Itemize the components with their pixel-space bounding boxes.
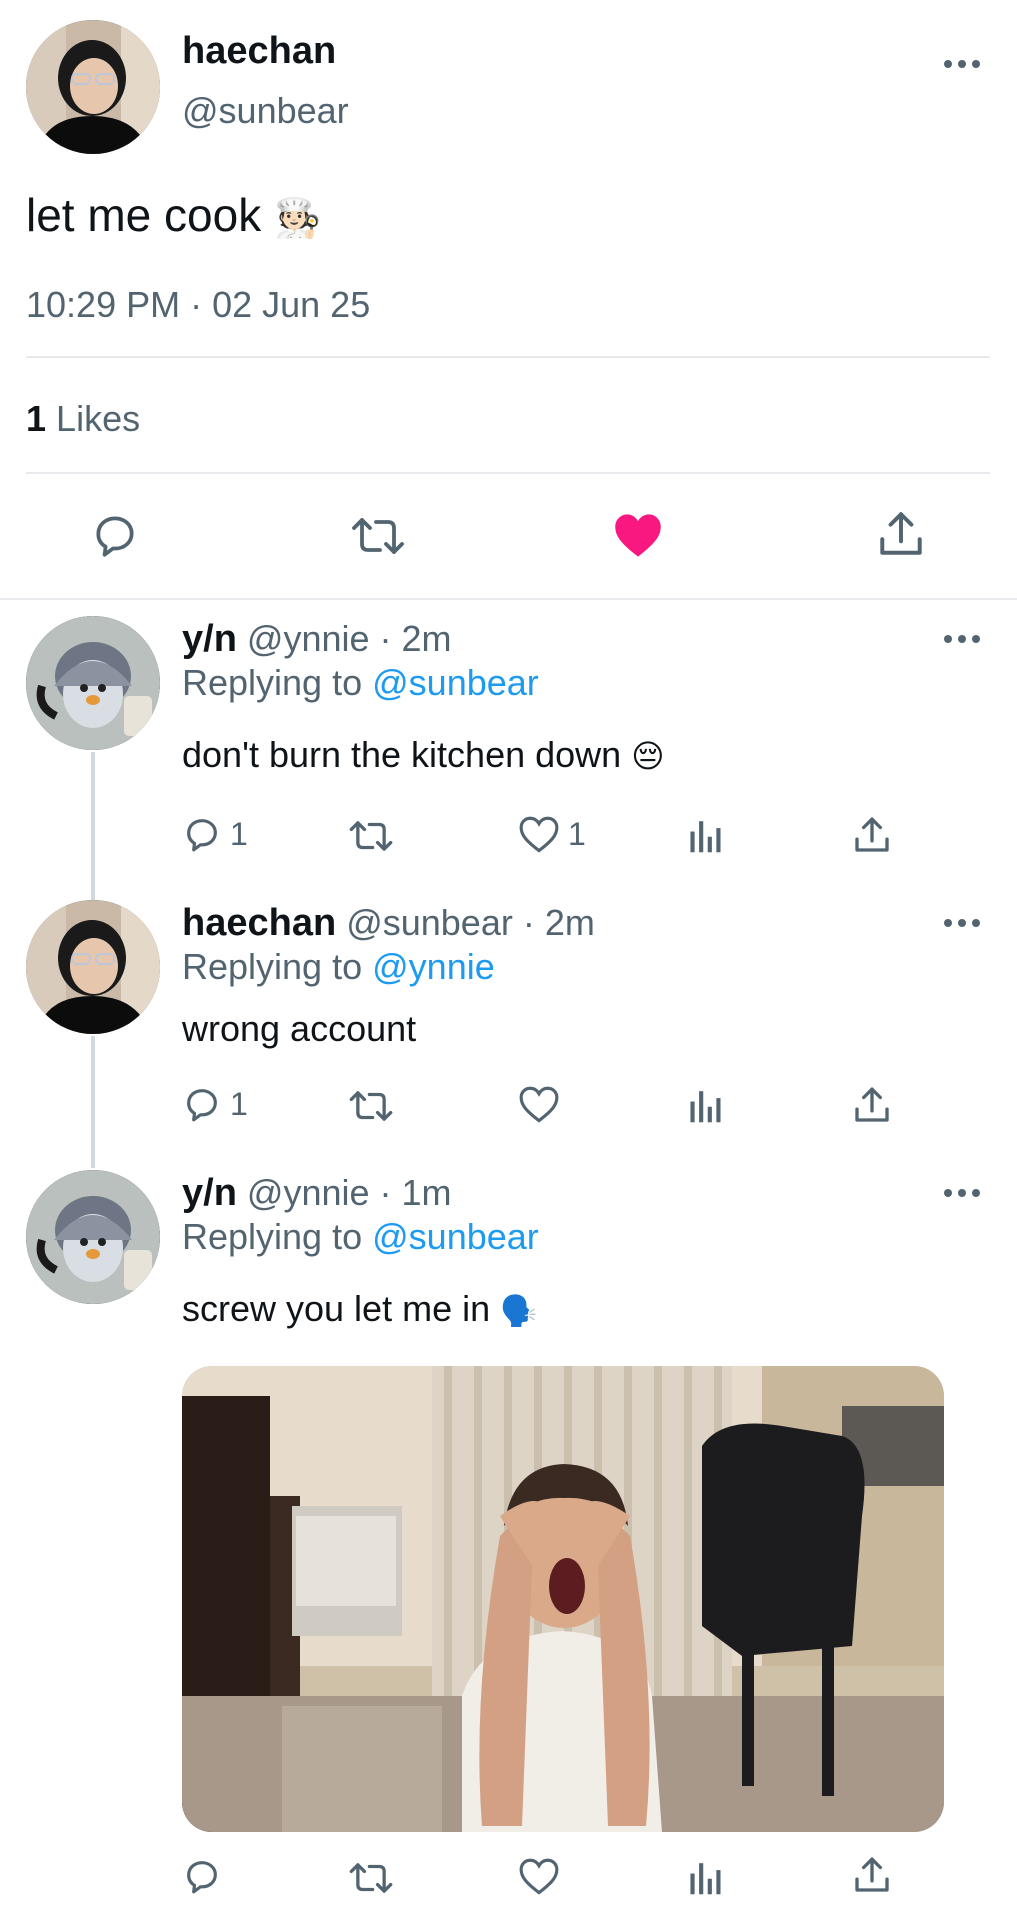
retweet-button[interactable] bbox=[348, 1858, 394, 1898]
replying-to: Replying to @sunbear bbox=[182, 662, 539, 704]
replying-to-link[interactable]: @sunbear bbox=[372, 1216, 539, 1257]
views-icon bbox=[690, 821, 721, 853]
main-timestamp[interactable]: 10:29 PM · 02 Jun 25 bbox=[26, 284, 370, 326]
reply-header: haechan @sunbear · 2m bbox=[182, 902, 595, 945]
replying-prefix: Replying to bbox=[182, 662, 363, 703]
share-icon bbox=[880, 512, 922, 555]
reply-display-name[interactable]: y/n bbox=[182, 1172, 237, 1214]
reply-icon bbox=[187, 819, 217, 852]
reply-body: screw you let me in bbox=[182, 1288, 491, 1329]
reply-button[interactable]: 1 bbox=[182, 1084, 248, 1124]
reply-display-name[interactable]: haechan bbox=[182, 902, 336, 944]
likes-label: Likes bbox=[56, 398, 141, 439]
reply-icon bbox=[96, 516, 134, 557]
chef-emoji: 🧑🏻‍🍳 bbox=[274, 198, 322, 240]
share-icon bbox=[855, 817, 889, 852]
reply-avatar[interactable] bbox=[26, 1170, 160, 1304]
reply-avatar[interactable] bbox=[26, 900, 160, 1034]
replying-to: Replying to @sunbear bbox=[182, 1216, 539, 1258]
share-icon bbox=[855, 1087, 889, 1122]
views-icon bbox=[690, 1091, 721, 1123]
speaking-head-emoji: 🗣️ bbox=[500, 1295, 538, 1328]
heart-icon bbox=[519, 816, 559, 853]
reply-header: y/n @ynnie · 2m bbox=[182, 618, 452, 661]
reply-meta[interactable]: @ynnie · 1m bbox=[247, 1172, 452, 1213]
reply-body: wrong account bbox=[182, 1008, 417, 1049]
like-button[interactable] bbox=[612, 510, 664, 565]
heart-icon bbox=[519, 1858, 559, 1895]
reply-meta[interactable]: @ynnie · 2m bbox=[247, 618, 452, 659]
share-button[interactable] bbox=[852, 814, 892, 856]
share-button[interactable] bbox=[852, 1084, 892, 1126]
reply-button[interactable] bbox=[182, 1856, 222, 1896]
more-icon[interactable] bbox=[944, 57, 984, 71]
thread-line bbox=[91, 752, 95, 900]
reply-text: wrong account bbox=[182, 1008, 416, 1050]
replying-to-link[interactable]: @ynnie bbox=[372, 946, 495, 987]
reply-display-name[interactable]: y/n bbox=[182, 618, 237, 660]
retweet-icon bbox=[349, 1091, 393, 1121]
like-button[interactable] bbox=[518, 1084, 568, 1124]
likes-count: 1 bbox=[26, 398, 47, 439]
reply-icon bbox=[187, 1861, 217, 1894]
retweet-button[interactable] bbox=[350, 512, 406, 565]
main-display-name[interactable]: haechan bbox=[182, 30, 336, 73]
retweet-icon bbox=[349, 1863, 393, 1893]
views-button[interactable] bbox=[688, 1086, 724, 1124]
likes-stat[interactable]: 1 Likes bbox=[26, 398, 140, 440]
main-handle[interactable]: @sunbear bbox=[182, 90, 349, 132]
replying-to: Replying to @ynnie bbox=[182, 946, 495, 988]
more-icon[interactable] bbox=[944, 632, 984, 646]
more-icon[interactable] bbox=[944, 1186, 984, 1200]
views-button[interactable] bbox=[688, 816, 724, 854]
views-icon bbox=[690, 1863, 721, 1895]
like-button[interactable] bbox=[518, 1856, 560, 1896]
retweet-button[interactable] bbox=[348, 1086, 394, 1126]
tweet-media-gif[interactable] bbox=[182, 1366, 944, 1832]
share-button[interactable] bbox=[876, 508, 926, 565]
reply-count: 1 bbox=[230, 1085, 248, 1122]
main-tweet-text: let me cook 🧑🏻‍🍳 bbox=[26, 188, 321, 242]
replying-to-link[interactable]: @sunbear bbox=[372, 662, 539, 703]
reply-text: screw you let me in 🗣️ bbox=[182, 1288, 537, 1330]
pensive-emoji: 😔 bbox=[631, 738, 665, 774]
replying-prefix: Replying to bbox=[182, 1216, 363, 1257]
more-icon[interactable] bbox=[944, 916, 984, 930]
reply-count: 1 bbox=[230, 815, 248, 852]
tweet-text: let me cook bbox=[26, 189, 262, 241]
views-button[interactable] bbox=[688, 1858, 724, 1896]
heart-icon bbox=[519, 1086, 559, 1123]
divider bbox=[0, 598, 1017, 600]
reply-text: don't burn the kitchen down 😔 bbox=[182, 734, 665, 776]
like-button[interactable]: 1 bbox=[518, 814, 586, 854]
retweet-button[interactable] bbox=[348, 816, 394, 856]
thread-line bbox=[91, 1036, 95, 1168]
divider bbox=[26, 356, 990, 358]
retweet-icon bbox=[349, 821, 393, 851]
reply-avatar[interactable] bbox=[26, 616, 160, 750]
share-icon bbox=[855, 1857, 889, 1892]
reply-header: y/n @ynnie · 1m bbox=[182, 1172, 452, 1215]
reply-button[interactable] bbox=[90, 510, 140, 565]
main-author-avatar[interactable] bbox=[26, 20, 160, 154]
heart-icon bbox=[615, 514, 661, 557]
like-count: 1 bbox=[568, 815, 586, 852]
retweet-icon bbox=[352, 518, 404, 554]
reply-meta[interactable]: @sunbear · 2m bbox=[346, 902, 595, 943]
divider bbox=[26, 472, 990, 474]
replying-prefix: Replying to bbox=[182, 946, 363, 987]
reply-button[interactable]: 1 bbox=[182, 814, 248, 854]
reply-icon bbox=[187, 1089, 217, 1122]
share-button[interactable] bbox=[852, 1854, 892, 1896]
reply-body: don't burn the kitchen down bbox=[182, 734, 622, 775]
